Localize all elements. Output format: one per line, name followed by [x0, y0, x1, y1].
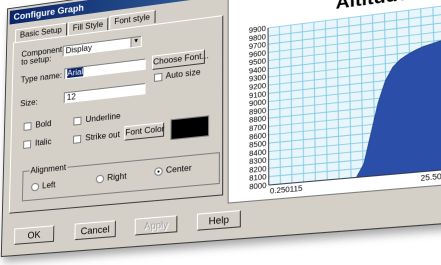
chart-svg: Altitude99009800970096009500940093009200… — [229, 0, 441, 202]
ok-button[interactable]: OK — [14, 225, 54, 245]
auto-size-label: Auto size — [166, 67, 201, 80]
configure-graph-dialog: Configure Graph x Basic Setup Fill Style… — [1, 0, 441, 257]
alignment-label: Alignment — [29, 163, 67, 176]
strikeout-label: Strike out — [85, 130, 120, 143]
type-name-field[interactable]: Arial — [64, 59, 146, 80]
align-right-label: Right — [107, 171, 127, 182]
alignment-group: Alignment Left Right Center — [22, 152, 220, 201]
chevron-down-icon[interactable]: ▼ — [130, 37, 140, 47]
y-tick-label: 8000 — [249, 182, 267, 191]
size-field[interactable]: 12 — [64, 83, 146, 103]
window-title: Configure Graph — [13, 3, 83, 22]
type-name-label: Type name: — [21, 71, 62, 85]
type-name-value: Arial — [67, 67, 83, 78]
strikeout-checkbox[interactable] — [73, 135, 81, 144]
font-style-panel: Component to setup: Display ▼ Type name:… — [9, 15, 224, 214]
x-tick-label: 25.500000 — [420, 172, 441, 183]
screenshot-scene: Configure Graph x Basic Setup Fill Style… — [0, 0, 441, 265]
apply-button[interactable]: Apply — [135, 215, 178, 235]
cancel-button[interactable]: Cancel — [74, 220, 116, 240]
x-tick-label: 0.250115 — [270, 185, 303, 196]
align-center-label: Center — [166, 163, 192, 175]
align-left-label: Left — [42, 180, 56, 190]
italic-checkbox[interactable] — [23, 140, 31, 149]
bold-label: Bold — [35, 119, 51, 130]
font-color-button[interactable]: Font Color — [124, 122, 164, 141]
altitude-chart-preview: Altitude99009800970096009500940093009200… — [228, 0, 441, 204]
align-center-radio[interactable] — [154, 167, 163, 176]
italic-label: Italic — [35, 137, 52, 148]
align-left-radio[interactable] — [31, 183, 39, 192]
auto-size-checkbox[interactable] — [154, 73, 162, 82]
size-label: Size: — [20, 97, 38, 108]
help-button[interactable]: Help — [197, 210, 241, 231]
component-select[interactable]: Display ▼ — [63, 36, 142, 57]
bold-checkbox[interactable] — [24, 122, 32, 131]
align-right-radio[interactable] — [96, 175, 104, 184]
component-select-value: Display — [66, 43, 92, 55]
underline-checkbox[interactable] — [73, 117, 81, 126]
underline-label: Underline — [85, 111, 120, 124]
font-color-swatch[interactable] — [170, 115, 209, 140]
size-value: 12 — [67, 92, 76, 102]
